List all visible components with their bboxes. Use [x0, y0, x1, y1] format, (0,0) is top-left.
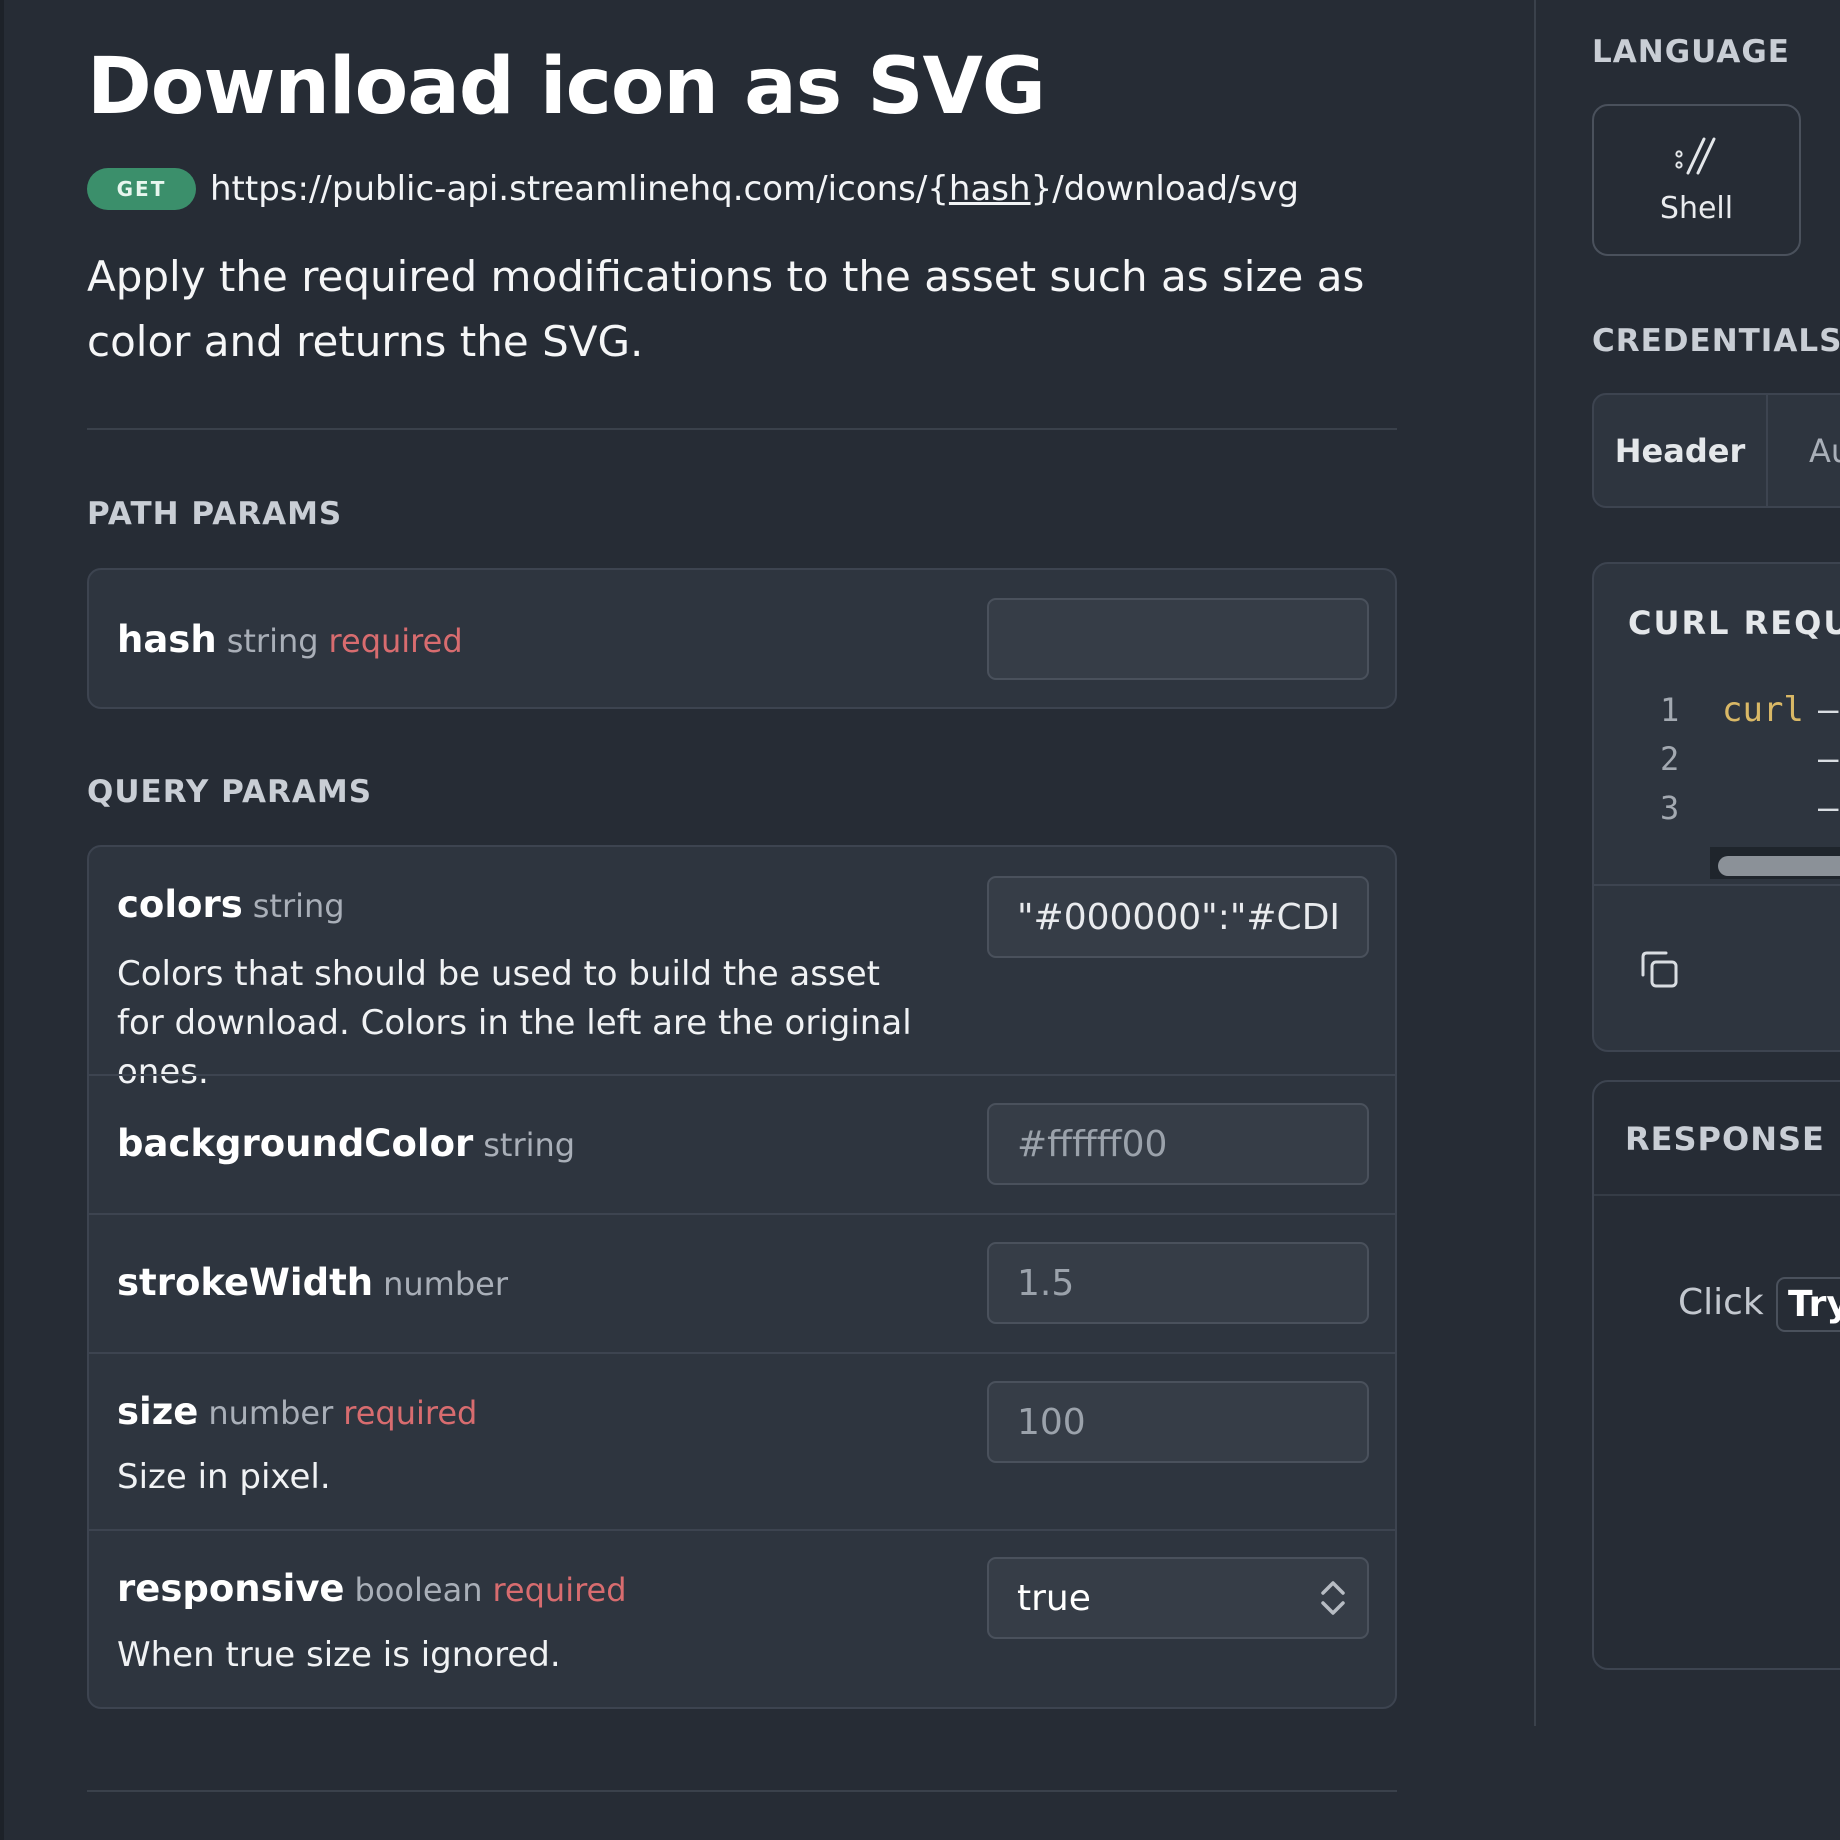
path-params-card: hash string required	[87, 568, 1397, 709]
param-required: required	[328, 622, 463, 660]
query-params-label: QUERY PARAMS	[87, 774, 373, 810]
query-params-card: colors string Colors that should be used …	[87, 845, 1397, 1709]
credentials-tabs: Header Au	[1592, 393, 1840, 508]
param-row-responsive: responsive boolean required When true size…	[89, 1529, 1395, 1707]
credentials-label: CREDENTIALS (	[1592, 323, 1840, 359]
request-panel: LANGUAGE Shell CREDENTIALS ( Header Au C…	[1592, 0, 1840, 1840]
copy-icon[interactable]	[1638, 947, 1682, 991]
divider	[87, 428, 1397, 430]
param-name: responsive boolean required	[117, 1567, 627, 1610]
select-value: true	[1017, 1577, 1091, 1619]
try-button-hint[interactable]: Try	[1776, 1277, 1840, 1332]
param-type: number	[208, 1394, 334, 1432]
method-badge: GET	[87, 168, 196, 210]
stroke-width-input[interactable]: 1.5	[987, 1242, 1369, 1324]
param-required: required	[343, 1394, 478, 1432]
code-keyword: curl	[1722, 690, 1804, 730]
param-name: hash string required	[117, 618, 463, 661]
divider	[87, 1790, 1397, 1792]
hash-input[interactable]	[987, 598, 1369, 680]
param-row-backgroundcolor: backgroundColor string #ffffff00	[89, 1074, 1395, 1213]
param-name: backgroundColor string	[117, 1122, 576, 1165]
param-description: When true size is ignored.	[117, 1635, 561, 1675]
param-type: boolean	[354, 1571, 483, 1609]
endpoint-url: https://public-api.streamlinehq.com/icon…	[210, 169, 1299, 209]
code-flag: –	[1818, 788, 1839, 828]
code-scrollbar[interactable]	[1710, 847, 1840, 879]
code-flag: –	[1818, 690, 1839, 730]
shell-icon	[1674, 137, 1715, 174]
endpoint-description: Apply the required modifications to the …	[87, 252, 1365, 366]
code-flag: –	[1818, 739, 1839, 779]
endpoint-line: GET https://public-api.streamlinehq.com/…	[87, 164, 1299, 214]
url-suffix: }/download/svg	[1030, 169, 1299, 209]
language-option-shell[interactable]: Shell	[1592, 104, 1801, 256]
line-number: 3	[1660, 789, 1680, 827]
param-row-size: size number required Size in pixel. 100	[89, 1352, 1395, 1529]
divider	[1594, 884, 1840, 886]
response-title: RESPONSE	[1625, 1120, 1825, 1158]
param-row-colors: colors string Colors that should be used …	[89, 847, 1395, 1092]
background-color-input[interactable]: #ffffff00	[987, 1103, 1369, 1185]
url-hash-param: hash	[948, 169, 1031, 209]
page-title: Download icon as SVG	[87, 42, 1046, 132]
param-type: string	[252, 887, 345, 925]
chevron-up-down-icon	[1321, 1581, 1345, 1615]
param-row-hash: hash string required	[89, 570, 1395, 707]
divider	[1594, 1194, 1840, 1196]
code-scrollbar-thumb[interactable]	[1718, 856, 1840, 876]
param-row-strokewidth: strokeWidth number 1.5	[89, 1213, 1395, 1352]
tab-auth[interactable]: Au	[1809, 395, 1840, 506]
size-input[interactable]: 100	[987, 1381, 1369, 1463]
line-number: 2	[1660, 740, 1680, 778]
response-card: RESPONSE Click Try	[1592, 1080, 1840, 1670]
colors-input[interactable]: "#000000":"#CDI	[987, 876, 1369, 958]
param-name: size number required	[117, 1390, 478, 1433]
panel-divider	[1534, 0, 1536, 1726]
language-label: LANGUAGE	[1592, 34, 1790, 70]
param-description: Size in pixel.	[117, 1457, 331, 1497]
curl-request-title: CURL REQUE	[1628, 604, 1840, 642]
response-hint: Click	[1678, 1282, 1764, 1323]
line-number: 1	[1660, 691, 1680, 729]
param-type: string	[483, 1126, 576, 1164]
tab-header[interactable]: Header	[1594, 395, 1768, 506]
path-params-label: PATH PARAMS	[87, 496, 343, 532]
param-type: number	[383, 1265, 508, 1303]
window-edge	[0, 0, 4, 1840]
param-name: colors string	[117, 883, 345, 926]
param-required: required	[492, 1571, 627, 1609]
param-type: string	[226, 622, 319, 660]
url-prefix: https://public-api.streamlinehq.com/icon…	[210, 169, 949, 209]
curl-request-card: CURL REQUE 1 curl – 2 – 3 –	[1592, 562, 1840, 1052]
language-name: Shell	[1659, 190, 1734, 226]
responsive-select[interactable]: true	[987, 1557, 1369, 1639]
param-name: strokeWidth number	[117, 1261, 508, 1304]
